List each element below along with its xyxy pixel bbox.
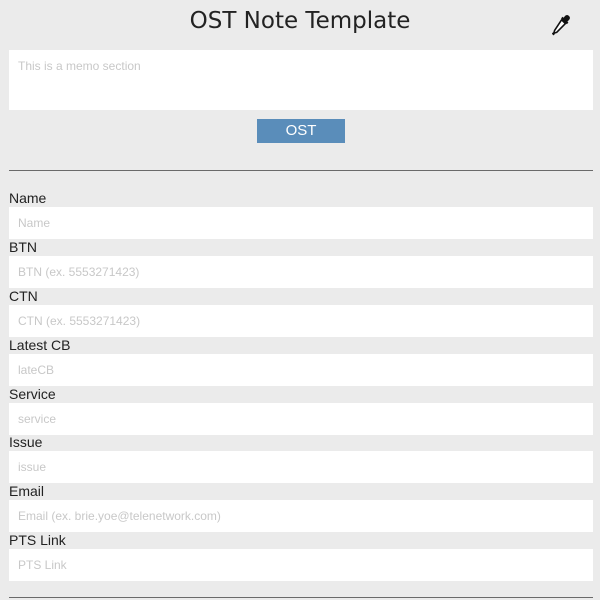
ctn-label: CTN xyxy=(9,288,38,304)
issue-input[interactable] xyxy=(9,451,593,483)
email-input[interactable] xyxy=(9,500,593,532)
section-divider-top xyxy=(9,170,593,171)
btn-input[interactable] xyxy=(9,256,593,288)
pts-link-label: PTS Link xyxy=(9,532,66,548)
latest-cb-label: Latest CB xyxy=(9,337,71,353)
name-label: Name xyxy=(9,190,47,206)
latest-cb-input[interactable] xyxy=(9,354,593,386)
ctn-input[interactable] xyxy=(9,305,593,337)
service-label: Service xyxy=(9,386,56,402)
ost-note-template-page: OST Note Template OST Name BTN CTN Lates… xyxy=(0,0,600,600)
pts-link-input[interactable] xyxy=(9,549,593,581)
memo-textarea[interactable] xyxy=(9,50,593,110)
section-divider-bottom xyxy=(9,597,593,598)
ost-button[interactable]: OST xyxy=(257,119,345,143)
page-title: OST Note Template xyxy=(189,8,411,34)
issue-label: Issue xyxy=(9,434,43,450)
service-input[interactable] xyxy=(9,403,593,435)
btn-label: BTN xyxy=(9,239,37,255)
eyedropper-icon[interactable] xyxy=(551,14,571,36)
email-label: Email xyxy=(9,483,45,499)
name-input[interactable] xyxy=(9,207,593,239)
